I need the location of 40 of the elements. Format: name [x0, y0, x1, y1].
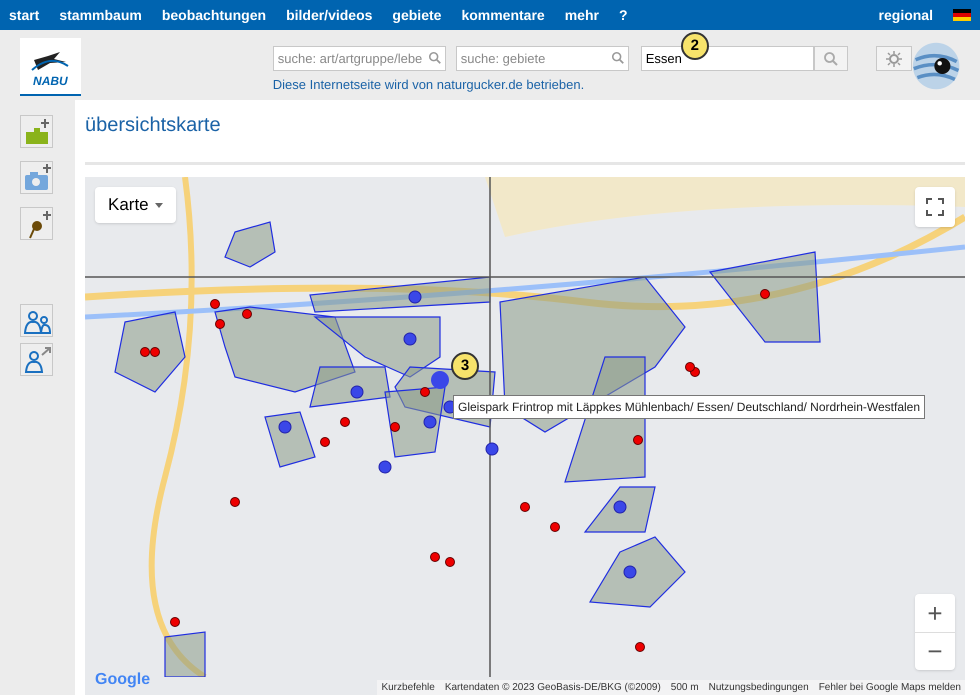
attribution-text[interactable]: Fehler bei Google Maps melden — [818, 680, 961, 695]
nav-link[interactable]: bilder/videos — [286, 4, 372, 26]
google-logo: Google — [95, 670, 150, 690]
zoom-in-button[interactable]: + — [915, 594, 955, 632]
settings-button[interactable] — [876, 46, 912, 71]
logo-text: NABU — [33, 73, 68, 90]
map-tooltip: Gleispark Frintrop mit Läppkes Mühlenbach/ Essen/ Deutschland/ Nordrhein-Westfalen — [453, 395, 925, 419]
flag-icon[interactable] — [953, 9, 971, 21]
search-field[interactable]: suche: gebiete — [456, 46, 629, 71]
add-photo-button[interactable] — [20, 161, 53, 194]
bird-icon — [30, 50, 70, 72]
nav-link[interactable]: kommentare — [461, 4, 545, 26]
people-button[interactable] — [20, 304, 53, 337]
site-notice: Diese Internetseite wird von naturgucker.de betrieben. — [272, 76, 586, 94]
nav-link[interactable]: start — [9, 4, 40, 26]
search-icon — [822, 50, 839, 66]
nav-link[interactable]: beobachtungen — [162, 4, 266, 26]
search-field[interactable]: suche: art/artgruppe/lebe — [272, 46, 446, 71]
nav-link[interactable]: stammbaum — [59, 4, 142, 26]
attribution-text: Kartendaten © 2023 GeoBasis-DE/BKG (©2009) — [444, 681, 661, 695]
search-icon — [428, 51, 442, 65]
attribution-text: 500 m — [670, 681, 699, 695]
nav-link[interactable]: ? — [618, 4, 628, 26]
nav-link[interactable]: gebiete — [392, 4, 442, 26]
fullscreen-button[interactable] — [915, 187, 955, 227]
person-link-button[interactable] — [20, 343, 53, 376]
caret-icon — [154, 202, 163, 208]
settings-icon — [886, 50, 902, 66]
attribution-text[interactable]: Kurzbefehle — [381, 680, 435, 695]
zoom-out-button[interactable]: − — [915, 632, 955, 670]
map-type-button[interactable]: Karte — [95, 187, 176, 223]
search-icon — [610, 51, 625, 65]
add-location-button[interactable] — [20, 207, 53, 240]
nav-link[interactable]: regional — [878, 4, 933, 26]
nabu-logo[interactable]: NABU — [20, 38, 81, 96]
nav-link[interactable]: mehr — [564, 4, 599, 26]
fullscreen-icon — [926, 198, 944, 216]
number-badge: 2 — [680, 32, 709, 60]
page-title: übersichtskarte — [85, 113, 222, 138]
attribution-text[interactable]: Nutzungsbedingungen — [708, 680, 809, 695]
